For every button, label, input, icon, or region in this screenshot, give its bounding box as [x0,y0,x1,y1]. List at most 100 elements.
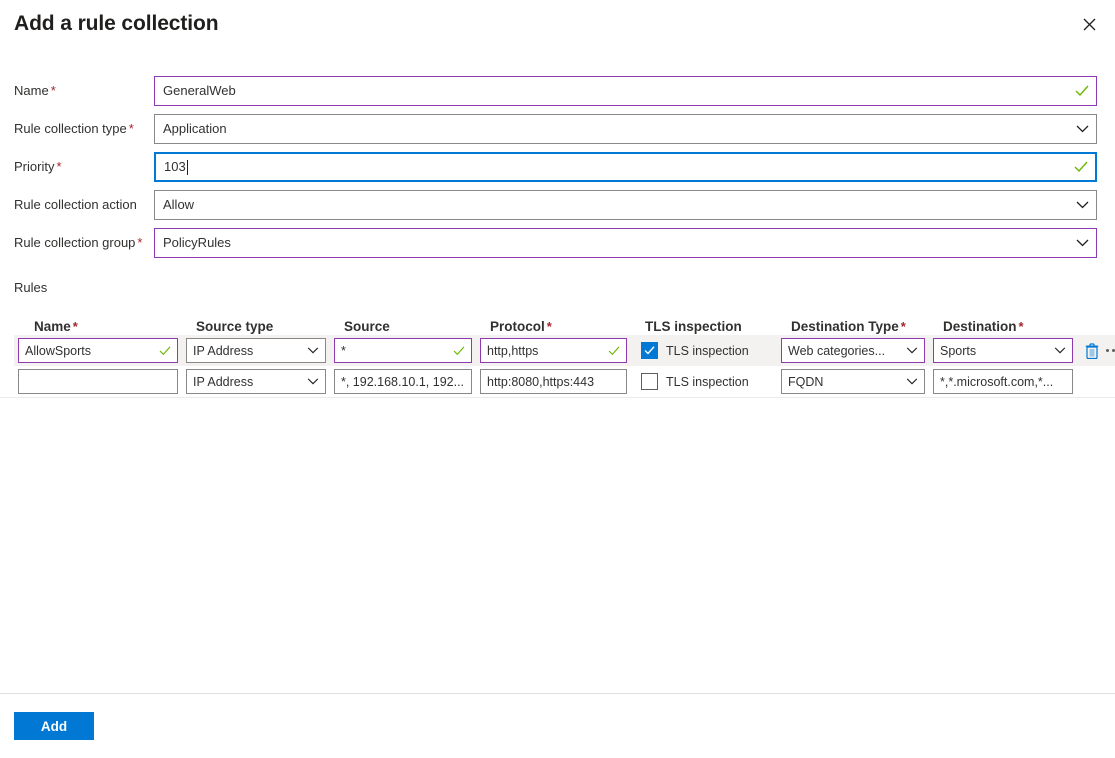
name-field[interactable]: GeneralWeb [154,76,1097,106]
required-asterisk: * [56,159,62,174]
more-options-icon[interactable] [1106,349,1115,352]
destination-value: Sports [940,343,977,358]
destination-select[interactable]: Sports [933,338,1073,363]
cell-source: * [330,338,476,363]
cell-destination: Sports [929,338,1077,363]
source-input[interactable]: *, 192.168.10.1, 192... [334,369,472,394]
destination-type-value: FQDN [788,374,824,389]
rules-table-header: Name * Source type Source Protocol * TLS i… [14,313,1115,335]
label-priority: Priority * [14,158,154,176]
rule-name-value [19,370,177,393]
label-rule-collection-group-text: Rule collection group [14,235,136,250]
required-asterisk: * [50,83,56,98]
destination-placeholder: *,*.microsoft.com,*... [940,374,1054,389]
required-asterisk: * [72,319,78,334]
protocol-input[interactable]: http,https [480,338,627,363]
required-asterisk: * [546,319,552,334]
form-row-rule-collection-group: Rule collection group * PolicyRules [14,228,1097,258]
destination-type-value: Web categories... [788,343,886,358]
rule-name-input[interactable] [18,369,178,394]
rules-table-body: AllowSports IP Address * http,https TLS … [14,335,1115,397]
column-header-name: Name * [20,319,188,335]
form-row-priority: Priority * 103 [14,152,1097,182]
name-field-value: GeneralWeb [163,83,236,98]
priority-field-text: 103 [164,159,186,174]
form-row-rule-collection-type: Rule collection type * Application [14,114,1097,144]
rule-collection-action-select[interactable]: Allow [154,190,1097,220]
source-type-value: IP Address [193,374,254,389]
destination-input[interactable]: *,*.microsoft.com,*... [933,369,1073,394]
required-asterisk: * [137,235,143,250]
protocol-placeholder: http:8080,https:443 [487,374,595,389]
label-rule-collection-type-text: Rule collection type [14,121,127,136]
cell-source-type: IP Address [182,338,330,363]
protocol-input[interactable]: http:8080,https:443 [480,369,627,394]
required-asterisk: * [1018,319,1024,334]
cell-source: *, 192.168.10.1, 192... [330,369,476,394]
tls-inspection-toggle[interactable]: TLS inspection [635,342,749,359]
tls-inspection-label: TLS inspection [666,343,749,358]
rule-collection-type-select[interactable]: Application [154,114,1097,144]
tls-inspection-label: TLS inspection [666,374,749,389]
rule-collection-action-value: Allow [163,197,195,212]
priority-field[interactable]: 103 [154,152,1097,182]
cell-name: AllowSports [14,338,182,363]
column-header-tls-inspection: TLS inspection [645,319,742,334]
source-type-value: IP Address [193,343,254,358]
text-caret [186,159,188,175]
form-row-rule-collection-action: Rule collection action Allow [14,190,1097,220]
tls-inspection-checkbox[interactable] [641,342,658,359]
source-input[interactable]: * [334,338,472,363]
form-row-name: Name * GeneralWeb [14,76,1097,106]
cell-destination-type: Web categories... [777,338,929,363]
label-rule-collection-group: Rule collection group * [14,234,154,252]
rule-collection-type-value: Application [163,121,227,136]
table-row[interactable]: AllowSports IP Address * http,https TLS … [14,335,1115,366]
column-header-source: Source [344,319,390,334]
table-row[interactable]: IP Address *, 192.168.10.1, 192... http:… [14,366,1115,397]
close-icon[interactable] [1073,8,1105,40]
destination-type-select[interactable]: FQDN [781,369,925,394]
label-rule-collection-action: Rule collection action [14,197,137,212]
blade-footer: Add [0,693,1115,758]
page-title: Add a rule collection [14,12,219,35]
rule-collection-group-value: PolicyRules [163,235,231,250]
delete-icon[interactable] [1085,342,1099,359]
source-placeholder: *, 192.168.10.1, 192... [341,374,465,389]
label-priority-text: Priority [14,159,55,174]
cell-protocol: http,https [476,338,631,363]
rules-table: Name * Source type Source Protocol * TLS i… [0,313,1115,398]
rule-collection-group-select[interactable]: PolicyRules [154,228,1097,258]
required-asterisk: * [128,121,134,136]
tls-inspection-checkbox[interactable] [641,373,658,390]
required-asterisk: * [900,319,906,334]
cell-actions [1077,342,1115,359]
add-rule-collection-blade: Add a rule collection Name * GeneralWeb R… [0,0,1115,758]
source-value: * [341,343,346,358]
cell-tls-inspection: TLS inspection [631,342,777,359]
rule-name-input[interactable]: AllowSports [18,338,178,363]
tls-inspection-toggle[interactable]: TLS inspection [635,373,749,390]
cell-tls-inspection: TLS inspection [631,373,777,390]
label-rule-collection-type: Rule collection type * [14,120,154,138]
column-header-protocol: Protocol * [482,319,637,335]
source-type-select[interactable]: IP Address [186,369,326,394]
cell-source-type: IP Address [182,369,330,394]
blade-header: Add a rule collection [0,0,1115,54]
priority-field-value: 103 [156,152,1095,182]
source-type-select[interactable]: IP Address [186,338,326,363]
column-header-name-text: Name [34,319,71,334]
protocol-value: http,https [487,343,539,358]
cell-destination-type: FQDN [777,369,929,394]
cell-destination: *,*.microsoft.com,*... [929,369,1077,394]
column-header-destination-type: Destination Type * [783,319,935,335]
column-header-protocol-text: Protocol [490,319,545,334]
label-name-text: Name [14,83,49,98]
add-button[interactable]: Add [14,712,94,740]
column-header-source-type: Source type [196,319,274,334]
column-header-destination-type-text: Destination Type [791,319,899,334]
column-header-destination: Destination * [935,319,1083,335]
rules-section-label: Rules [14,280,48,295]
destination-type-select[interactable]: Web categories... [781,338,925,363]
column-header-destination-text: Destination [943,319,1017,334]
